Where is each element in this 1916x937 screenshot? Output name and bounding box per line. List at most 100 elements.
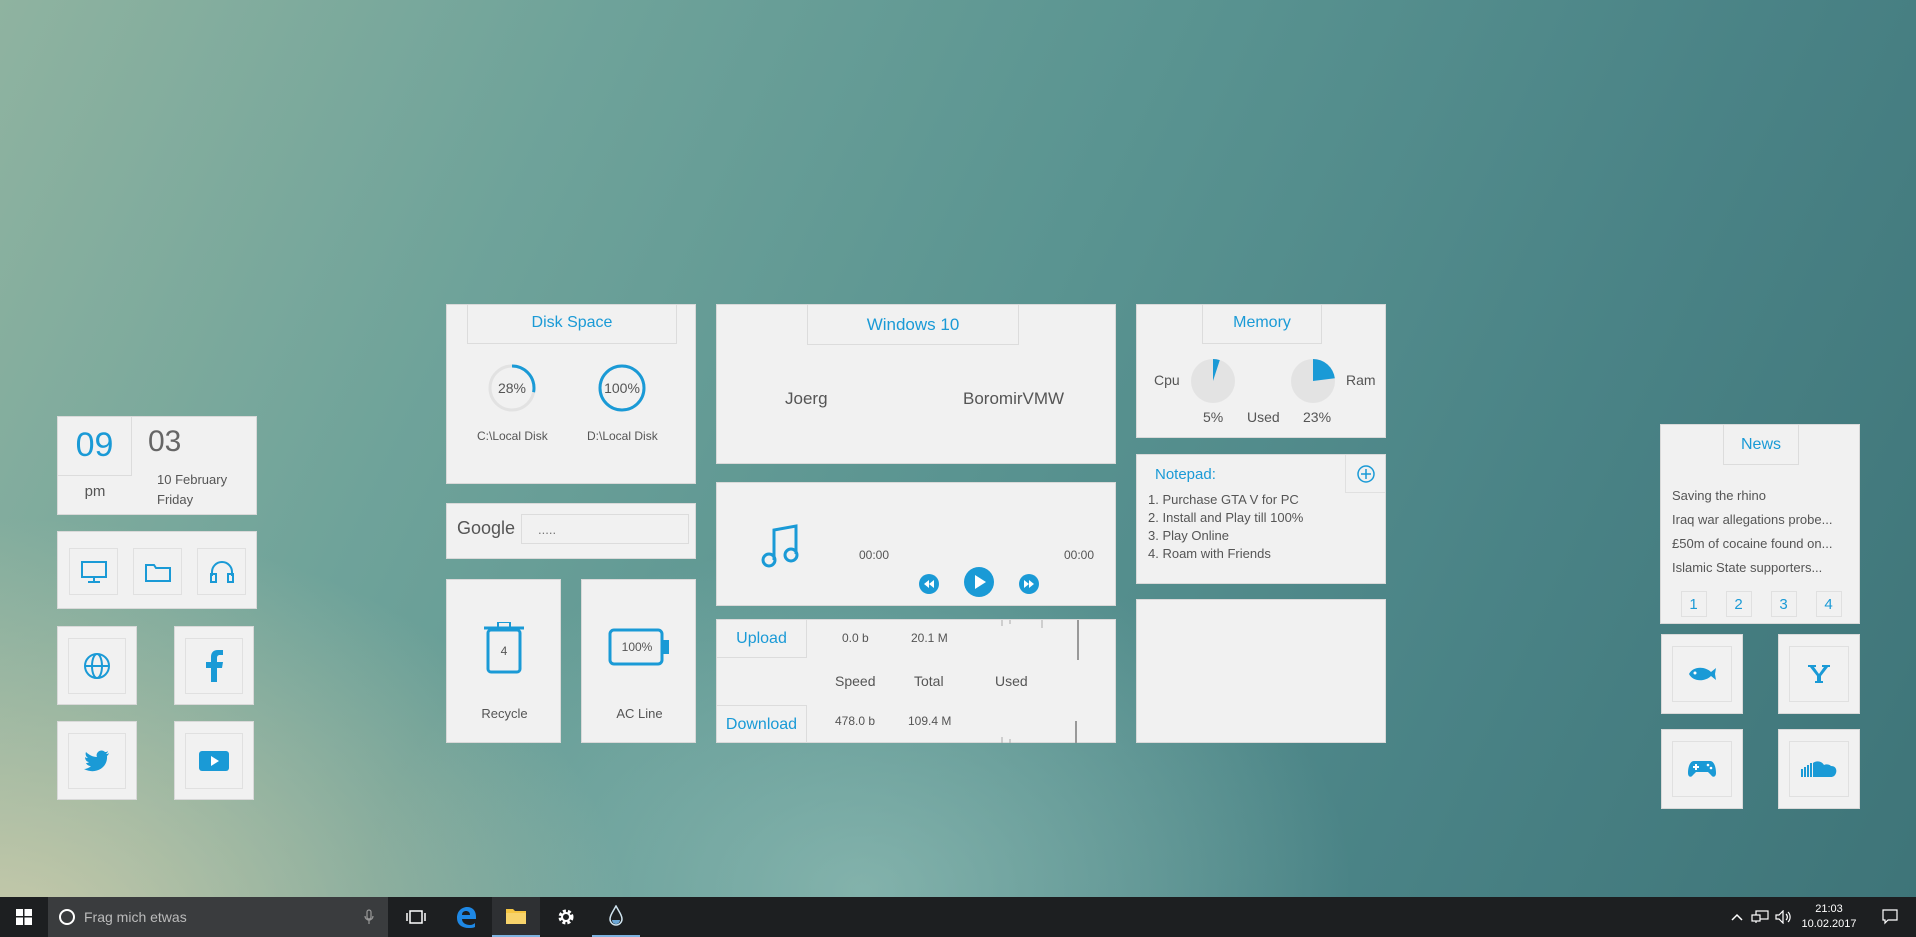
battery-widget: 100% AC Line bbox=[581, 579, 696, 743]
tray-time: 21:03 bbox=[1815, 903, 1843, 915]
soundcloud-tile[interactable] bbox=[1778, 729, 1860, 809]
rainmeter-taskbar-button[interactable] bbox=[592, 897, 640, 937]
upload-label: Upload bbox=[717, 620, 807, 658]
download-speed: 478.0 b bbox=[835, 714, 876, 728]
play-icon bbox=[964, 567, 994, 597]
google-label: Google bbox=[457, 518, 516, 538]
notepad-title: Notepad: bbox=[1155, 466, 1216, 483]
volume-tray-icon[interactable] bbox=[1772, 897, 1796, 937]
list-item: 4. Roam with Friends bbox=[1148, 546, 1271, 561]
list-item: 2. Install and Play till 100% bbox=[1148, 510, 1304, 525]
gear-icon bbox=[558, 909, 574, 925]
action-center-button[interactable] bbox=[1870, 897, 1910, 937]
browser-tile[interactable] bbox=[57, 626, 137, 705]
start-button[interactable] bbox=[0, 897, 48, 937]
headphones-icon bbox=[209, 560, 234, 583]
shortcut-bar bbox=[57, 531, 257, 609]
desktop-shortcut[interactable] bbox=[69, 548, 118, 595]
google-search-widget: Google bbox=[446, 503, 696, 559]
news-page-1[interactable]: 1 bbox=[1680, 591, 1707, 617]
next-button[interactable] bbox=[1018, 573, 1040, 595]
music-note-icon bbox=[761, 524, 799, 568]
recycle-count: 4 bbox=[500, 644, 508, 658]
file-explorer-taskbar-button[interactable] bbox=[492, 897, 540, 937]
yahoo-tile[interactable] bbox=[1778, 634, 1860, 714]
facebook-icon bbox=[206, 650, 223, 682]
news-title: News bbox=[1723, 425, 1799, 465]
list-item: 1. Purchase GTA V for PC bbox=[1148, 492, 1299, 507]
news-list: Saving the rhino Iraq war allegations pr… bbox=[1672, 484, 1832, 580]
clock-ampm: pm bbox=[84, 483, 106, 500]
clock-hour-box: 09 bbox=[58, 417, 132, 476]
clock-minute: 03 bbox=[148, 425, 182, 458]
speaker-icon bbox=[1775, 910, 1791, 924]
system-info-widget: Windows 10 Joerg BoromirVMW bbox=[716, 304, 1116, 464]
battery-label: AC Line bbox=[616, 706, 663, 721]
games-tile[interactable] bbox=[1661, 729, 1743, 809]
cpu-pie bbox=[1191, 359, 1235, 403]
recycle-label: Recycle bbox=[481, 706, 528, 721]
memory-widget: Memory Cpu Ram 5% Used 23% bbox=[1136, 304, 1386, 438]
search-placeholder: Frag mich etwas bbox=[84, 909, 187, 925]
droplet-icon bbox=[609, 905, 623, 926]
gamepad-icon bbox=[1688, 761, 1716, 777]
tray-date: 10.02.2017 bbox=[1801, 918, 1857, 930]
computer-name: BoromirVMW bbox=[963, 389, 1065, 408]
chevron-up-icon bbox=[1731, 913, 1743, 921]
news-pagination: 1 2 3 4 bbox=[1671, 591, 1851, 619]
youtube-tile[interactable] bbox=[174, 721, 254, 800]
clock-tray[interactable]: 21:03 10.02.2017 bbox=[1798, 897, 1860, 937]
fast-forward-icon bbox=[1019, 574, 1039, 594]
previous-button[interactable] bbox=[918, 573, 940, 595]
drive-c-label: C:\Local Disk bbox=[477, 429, 548, 443]
used-label: Used bbox=[1247, 409, 1280, 425]
monitor-icon bbox=[80, 560, 107, 583]
edge-taskbar-button[interactable] bbox=[442, 897, 490, 937]
ram-pie bbox=[1291, 359, 1335, 403]
news-item[interactable]: Saving the rhino bbox=[1672, 484, 1832, 508]
network-icon bbox=[1751, 910, 1769, 923]
news-item[interactable]: Iraq war allegations probe... bbox=[1672, 508, 1832, 532]
news-page-3[interactable]: 3 bbox=[1770, 591, 1797, 617]
download-graph bbox=[1001, 721, 1077, 743]
google-search-input[interactable] bbox=[521, 514, 689, 544]
network-tray-icon[interactable] bbox=[1748, 897, 1772, 937]
clock-weekday: Friday bbox=[157, 492, 194, 507]
music-shortcut[interactable] bbox=[197, 548, 246, 595]
network-widget: Upload 0.0 b 20.1 M Speed Total Used Dow… bbox=[716, 619, 1116, 743]
news-page-2[interactable]: 2 bbox=[1725, 591, 1752, 617]
notification-icon bbox=[1882, 909, 1898, 925]
deviantart-tile[interactable] bbox=[1661, 634, 1743, 714]
news-item[interactable]: £50m of cocaine found on... bbox=[1672, 532, 1832, 556]
fish-icon bbox=[1689, 667, 1716, 681]
folder-shortcut[interactable] bbox=[133, 548, 182, 595]
clock-widget: 09 03 pm 10 February Friday bbox=[57, 416, 257, 515]
system-info-title: Windows 10 bbox=[807, 305, 1019, 345]
cpu-value: 5% bbox=[1203, 409, 1224, 425]
time-elapsed: 00:00 bbox=[859, 548, 890, 562]
show-hidden-icons-button[interactable] bbox=[1726, 897, 1748, 937]
drive-d-label: D:\Local Disk bbox=[587, 429, 658, 443]
add-note-button[interactable] bbox=[1345, 455, 1385, 493]
upload-total: 20.1 M bbox=[911, 631, 948, 645]
play-button[interactable] bbox=[963, 566, 995, 598]
notepad-list: 1. Purchase GTA V for PC 2. Install and … bbox=[1148, 491, 1303, 563]
drive-d-percent: 100% bbox=[604, 380, 640, 396]
ram-label: Ram bbox=[1346, 372, 1376, 388]
cortana-search[interactable]: Frag mich etwas bbox=[48, 897, 388, 937]
microphone-icon bbox=[364, 909, 374, 924]
news-page-4[interactable]: 4 bbox=[1815, 591, 1842, 617]
file-explorer-icon bbox=[506, 909, 526, 924]
clock-hour: 09 bbox=[75, 426, 114, 464]
user-name: Joerg bbox=[785, 389, 828, 408]
settings-taskbar-button[interactable] bbox=[542, 897, 590, 937]
news-item[interactable]: Islamic State supporters... bbox=[1672, 556, 1832, 580]
drive-c-percent: 28% bbox=[497, 380, 527, 396]
used-column-header: Used bbox=[995, 673, 1028, 689]
twitter-tile[interactable] bbox=[57, 721, 137, 800]
download-label: Download bbox=[717, 705, 807, 743]
time-total: 00:00 bbox=[1064, 548, 1095, 562]
facebook-tile[interactable] bbox=[174, 626, 254, 705]
task-view-button[interactable] bbox=[392, 897, 440, 937]
recycle-bin-widget[interactable]: 4 Recycle bbox=[446, 579, 561, 743]
